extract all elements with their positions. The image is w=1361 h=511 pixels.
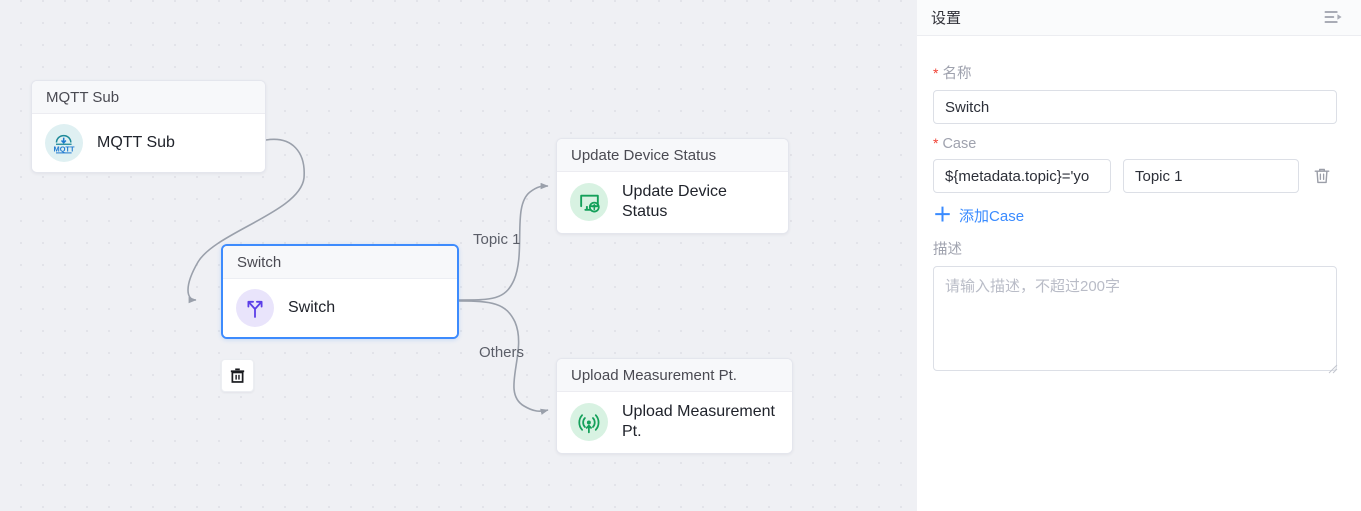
node-body-upload-measurement-pt: Upload Measurement Pt. (557, 392, 792, 453)
workflow-editor: MQTT Sub MQTT MQTT Sub Switch Switch Upd… (0, 0, 1361, 511)
node-body-mqtt-sub: MQTT MQTT Sub (32, 114, 265, 172)
flow-canvas[interactable]: MQTT Sub MQTT MQTT Sub Switch Switch Upd… (0, 0, 917, 511)
node-body-update-device-status: Update Device Status (557, 172, 788, 233)
field-label-name: * 名称 (933, 62, 1341, 83)
field-description: 描述 (933, 238, 1341, 376)
svg-text:MQTT: MQTT (54, 144, 75, 153)
update-device-status-icon (570, 183, 608, 222)
node-label-mqtt-sub: MQTT Sub (97, 133, 175, 151)
required-asterisk-name: * (933, 65, 939, 81)
node-label-upload-measurement-pt: Upload Measurement Pt. (622, 403, 775, 441)
node-update-device-status[interactable]: Update Device Status Update Device Statu… (556, 138, 789, 234)
field-label-description: 描述 (933, 238, 1341, 259)
edge-label-topic1: Topic 1 (473, 231, 521, 248)
node-label-update-device-status: Update Device Status (622, 183, 727, 221)
node-header-upload-measurement-pt: Upload Measurement Pt. (557, 359, 792, 392)
trash-icon (230, 368, 245, 383)
settings-panel: 设置 * 名称 * (917, 0, 1361, 511)
case-delete-button[interactable] (1311, 166, 1333, 186)
node-upload-measurement-pt[interactable]: Upload Measurement Pt. Upload Measuremen… (556, 358, 793, 454)
node-header-mqtt-sub: MQTT Sub (32, 81, 265, 114)
field-label-text-description: 描述 (933, 242, 962, 258)
description-wrapper (933, 266, 1341, 376)
settings-panel-header: 设置 (917, 0, 1361, 36)
panel-title: 设置 (931, 10, 962, 27)
switch-branch-icon (236, 289, 274, 327)
node-switch[interactable]: Switch Switch (221, 244, 459, 339)
collapse-panel-icon[interactable] (1324, 10, 1343, 26)
add-case-label: 添加Case (959, 208, 1025, 225)
node-label-switch: Switch (288, 298, 336, 316)
field-label-text-case: Case (942, 136, 977, 152)
plus-icon: ＋ (933, 205, 953, 226)
required-asterisk-case: * (933, 135, 939, 151)
field-case: * Case ＋ (933, 136, 1341, 226)
node-header-switch: Switch (223, 246, 457, 279)
node-header-update-device-status: Update Device Status (557, 139, 788, 172)
field-label-text-name: 名称 (942, 66, 972, 82)
mqtt-sub-icon: MQTT (45, 124, 83, 162)
description-textarea[interactable] (933, 266, 1337, 371)
name-input[interactable] (933, 90, 1337, 124)
case-name-input[interactable] (1123, 159, 1299, 193)
case-expression-input[interactable] (933, 159, 1111, 193)
node-mqtt-sub[interactable]: MQTT Sub MQTT MQTT Sub (31, 80, 266, 173)
field-label-case: * Case (933, 136, 1341, 152)
add-case-button[interactable]: ＋ 添加Case (933, 205, 1024, 226)
settings-panel-body: * 名称 * Case (917, 36, 1361, 376)
field-name: * 名称 (933, 62, 1341, 124)
trash-icon (1314, 168, 1330, 184)
delete-node-button[interactable] (221, 359, 254, 392)
edge-label-others: Others (479, 344, 525, 361)
node-body-switch: Switch (223, 279, 457, 337)
case-row (933, 159, 1341, 193)
upload-measurement-icon (570, 403, 608, 442)
